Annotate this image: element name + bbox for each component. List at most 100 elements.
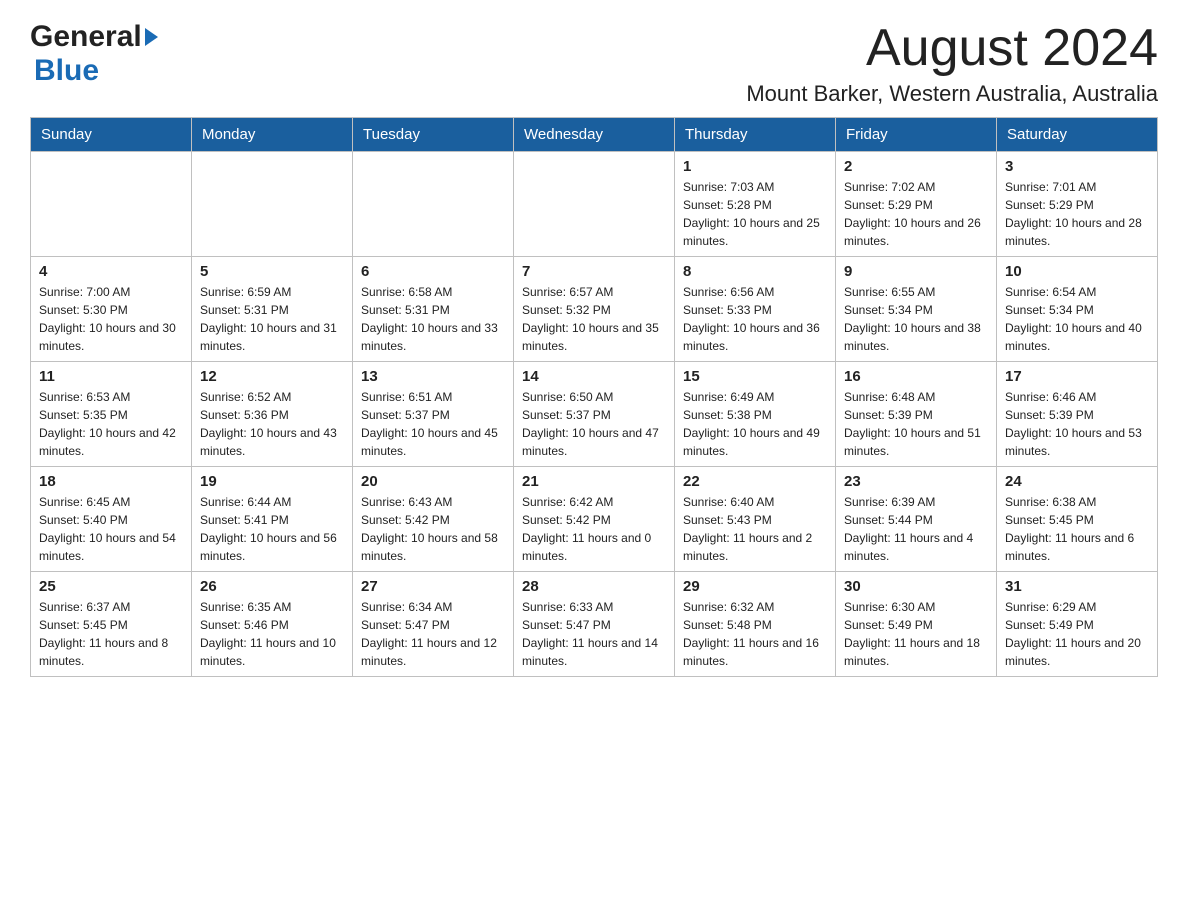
- day-number: 28: [522, 578, 666, 595]
- day-info: Sunrise: 6:33 AMSunset: 5:47 PMDaylight:…: [522, 598, 666, 670]
- day-info: Sunrise: 6:29 AMSunset: 5:49 PMDaylight:…: [1005, 598, 1149, 670]
- table-row: 5 Sunrise: 6:59 AMSunset: 5:31 PMDaylight…: [192, 257, 353, 362]
- table-row: 23Sunrise: 6:39 AMSunset: 5:44 PMDayligh…: [836, 467, 997, 572]
- table-row: 12 Sunrise: 6:52 AMSunset: 5:36 PMDayligh…: [192, 362, 353, 467]
- table-row: 2Sunrise: 7:02 AMSunset: 5:29 PMDaylight…: [836, 152, 997, 257]
- day-info: Sunrise: 6:48 AMSunset: 5:39 PMDaylight:…: [844, 388, 988, 460]
- table-row: 1 Sunrise: 7:03 AMSunset: 5:28 PMDaylight…: [675, 152, 836, 257]
- day-number: 23: [844, 473, 988, 490]
- day-info: Sunrise: 6:30 AMSunset: 5:49 PMDaylight:…: [844, 598, 988, 670]
- day-info: Sunrise: 6:56 AMSunset: 5:33 PMDaylight:…: [683, 283, 827, 355]
- table-row: 24 Sunrise: 6:38 AMSunset: 5:45 PMDayligh…: [997, 467, 1158, 572]
- day-number: 12: [200, 368, 344, 385]
- day-number: 8: [683, 263, 827, 280]
- day-number: 1: [683, 158, 827, 175]
- day-info: Sunrise: 6:46 AMSunset: 5:39 PMDaylight:…: [1005, 388, 1149, 460]
- day-info: Sunrise: 6:52 AMSunset: 5:36 PMDaylight:…: [200, 388, 344, 460]
- day-number: 21: [522, 473, 666, 490]
- day-number: 24: [1005, 473, 1149, 490]
- day-number: 13: [361, 368, 505, 385]
- day-info: Sunrise: 7:02 AMSunset: 5:29 PMDaylight:…: [844, 178, 988, 250]
- day-number: 16: [844, 368, 988, 385]
- day-info: Sunrise: 7:01 AMSunset: 5:29 PMDaylight:…: [1005, 178, 1149, 250]
- col-tuesday: Tuesday: [353, 118, 514, 152]
- day-info: Sunrise: 6:38 AMSunset: 5:45 PMDaylight:…: [1005, 493, 1149, 565]
- day-info: Sunrise: 6:42 AMSunset: 5:42 PMDaylight:…: [522, 493, 666, 565]
- table-row: [514, 152, 675, 257]
- table-row: 21 Sunrise: 6:42 AMSunset: 5:42 PMDayligh…: [514, 467, 675, 572]
- day-info: Sunrise: 6:58 AMSunset: 5:31 PMDaylight:…: [361, 283, 505, 355]
- day-number: 3: [1005, 158, 1149, 175]
- page-header: General Blue August 2024 Mount Barker, W…: [30, 20, 1158, 107]
- table-row: 25 Sunrise: 6:37 AMSunset: 5:45 PMDayligh…: [31, 572, 192, 677]
- day-info: Sunrise: 6:59 AMSunset: 5:31 PMDaylight:…: [200, 283, 344, 355]
- day-info: Sunrise: 6:37 AMSunset: 5:45 PMDaylight:…: [39, 598, 183, 670]
- col-saturday: Saturday: [997, 118, 1158, 152]
- table-row: 6 Sunrise: 6:58 AMSunset: 5:31 PMDaylight…: [353, 257, 514, 362]
- table-row: 8 Sunrise: 6:56 AMSunset: 5:33 PMDaylight…: [675, 257, 836, 362]
- table-row: 13 Sunrise: 6:51 AMSunset: 5:37 PMDayligh…: [353, 362, 514, 467]
- day-info: Sunrise: 6:35 AMSunset: 5:46 PMDaylight:…: [200, 598, 344, 670]
- day-info: Sunrise: 6:49 AMSunset: 5:38 PMDaylight:…: [683, 388, 827, 460]
- day-info: Sunrise: 6:51 AMSunset: 5:37 PMDaylight:…: [361, 388, 505, 460]
- table-row: 17 Sunrise: 6:46 AMSunset: 5:39 PMDayligh…: [997, 362, 1158, 467]
- table-row: [192, 152, 353, 257]
- day-info: Sunrise: 7:03 AMSunset: 5:28 PMDaylight:…: [683, 178, 827, 250]
- day-info: Sunrise: 6:55 AMSunset: 5:34 PMDaylight:…: [844, 283, 988, 355]
- day-info: Sunrise: 6:53 AMSunset: 5:35 PMDaylight:…: [39, 388, 183, 460]
- day-number: 6: [361, 263, 505, 280]
- table-row: 22 Sunrise: 6:40 AMSunset: 5:43 PMDayligh…: [675, 467, 836, 572]
- table-row: 30 Sunrise: 6:30 AMSunset: 5:49 PMDayligh…: [836, 572, 997, 677]
- table-row: 14Sunrise: 6:50 AMSunset: 5:37 PMDayligh…: [514, 362, 675, 467]
- day-number: 31: [1005, 578, 1149, 595]
- day-number: 30: [844, 578, 988, 595]
- day-info: Sunrise: 6:43 AMSunset: 5:42 PMDaylight:…: [361, 493, 505, 565]
- col-thursday: Thursday: [675, 118, 836, 152]
- day-info: Sunrise: 7:00 AMSunset: 5:30 PMDaylight:…: [39, 283, 183, 355]
- day-info: Sunrise: 6:32 AMSunset: 5:48 PMDaylight:…: [683, 598, 827, 670]
- table-row: 4 Sunrise: 7:00 AMSunset: 5:30 PMDaylight…: [31, 257, 192, 362]
- calendar-header-row: Sunday Monday Tuesday Wednesday Thursday…: [31, 118, 1158, 152]
- table-row: 27 Sunrise: 6:34 AMSunset: 5:47 PMDayligh…: [353, 572, 514, 677]
- table-row: 26Sunrise: 6:35 AMSunset: 5:46 PMDayligh…: [192, 572, 353, 677]
- table-row: [353, 152, 514, 257]
- logo-blue: Blue: [34, 54, 99, 87]
- day-number: 22: [683, 473, 827, 490]
- table-row: [31, 152, 192, 257]
- calendar-table: Sunday Monday Tuesday Wednesday Thursday…: [30, 117, 1158, 677]
- table-row: 7Sunrise: 6:57 AMSunset: 5:32 PMDaylight…: [514, 257, 675, 362]
- day-number: 29: [683, 578, 827, 595]
- day-number: 7: [522, 263, 666, 280]
- day-info: Sunrise: 6:34 AMSunset: 5:47 PMDaylight:…: [361, 598, 505, 670]
- col-wednesday: Wednesday: [514, 118, 675, 152]
- location-title: Mount Barker, Western Australia, Austral…: [746, 81, 1158, 107]
- day-number: 17: [1005, 368, 1149, 385]
- calendar-week-row: 4 Sunrise: 7:00 AMSunset: 5:30 PMDaylight…: [31, 257, 1158, 362]
- day-number: 5: [200, 263, 344, 280]
- day-info: Sunrise: 6:40 AMSunset: 5:43 PMDaylight:…: [683, 493, 827, 565]
- logo-general: General: [30, 20, 142, 54]
- calendar-week-row: 11Sunrise: 6:53 AMSunset: 5:35 PMDayligh…: [31, 362, 1158, 467]
- table-row: 29 Sunrise: 6:32 AMSunset: 5:48 PMDayligh…: [675, 572, 836, 677]
- day-info: Sunrise: 6:54 AMSunset: 5:34 PMDaylight:…: [1005, 283, 1149, 355]
- day-number: 25: [39, 578, 183, 595]
- table-row: 11Sunrise: 6:53 AMSunset: 5:35 PMDayligh…: [31, 362, 192, 467]
- col-sunday: Sunday: [31, 118, 192, 152]
- day-number: 4: [39, 263, 183, 280]
- day-number: 15: [683, 368, 827, 385]
- table-row: 9 Sunrise: 6:55 AMSunset: 5:34 PMDaylight…: [836, 257, 997, 362]
- day-number: 14: [522, 368, 666, 385]
- day-number: 9: [844, 263, 988, 280]
- table-row: 28 Sunrise: 6:33 AMSunset: 5:47 PMDayligh…: [514, 572, 675, 677]
- calendar-week-row: 25 Sunrise: 6:37 AMSunset: 5:45 PMDayligh…: [31, 572, 1158, 677]
- table-row: 10Sunrise: 6:54 AMSunset: 5:34 PMDayligh…: [997, 257, 1158, 362]
- day-number: 27: [361, 578, 505, 595]
- day-info: Sunrise: 6:44 AMSunset: 5:41 PMDaylight:…: [200, 493, 344, 565]
- table-row: 18 Sunrise: 6:45 AMSunset: 5:40 PMDayligh…: [31, 467, 192, 572]
- day-number: 18: [39, 473, 183, 490]
- table-row: 20 Sunrise: 6:43 AMSunset: 5:42 PMDayligh…: [353, 467, 514, 572]
- day-number: 20: [361, 473, 505, 490]
- calendar-week-row: 1 Sunrise: 7:03 AMSunset: 5:28 PMDaylight…: [31, 152, 1158, 257]
- title-section: August 2024 Mount Barker, Western Austra…: [746, 20, 1158, 107]
- day-info: Sunrise: 6:45 AMSunset: 5:40 PMDaylight:…: [39, 493, 183, 565]
